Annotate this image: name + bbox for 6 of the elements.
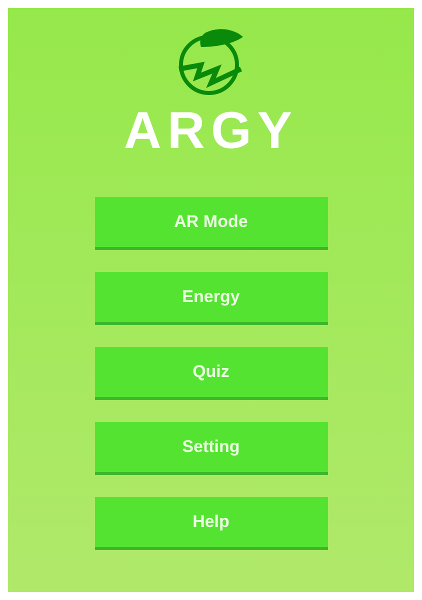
menu-button[interactable]: Energy xyxy=(94,272,328,322)
menu-button[interactable]: Help xyxy=(94,497,328,547)
menu-button[interactable]: AR Mode xyxy=(94,197,328,247)
menu-button[interactable]: Quiz xyxy=(94,347,328,397)
menu-button[interactable]: Setting xyxy=(94,422,328,472)
app-title: ARGY xyxy=(124,105,298,157)
